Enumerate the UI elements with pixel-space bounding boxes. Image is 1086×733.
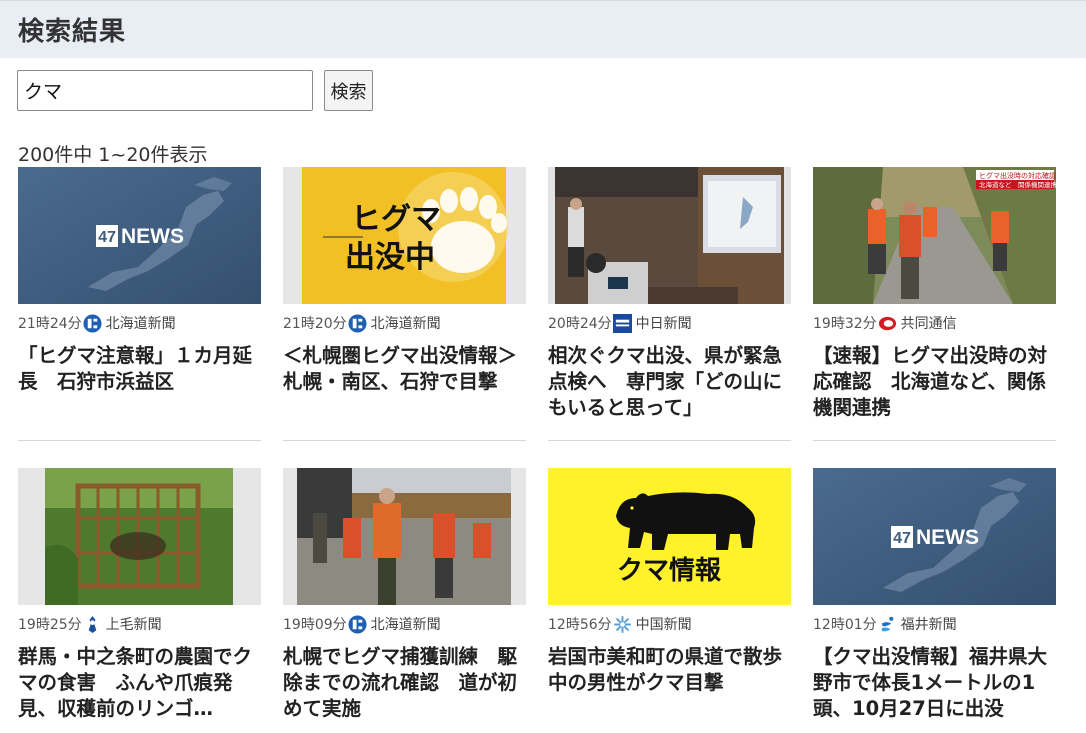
divider bbox=[813, 440, 1056, 441]
hokkaido-shimbun-logo-icon bbox=[83, 313, 102, 333]
svg-text:クマ情報: クマ情報 bbox=[617, 556, 722, 586]
news-thumbnail[interactable] bbox=[18, 468, 261, 605]
news-time: 21時20分 bbox=[283, 316, 347, 332]
news-meta: 20時24分 中日新聞 bbox=[548, 311, 791, 335]
news-card-2[interactable]: ヒグマ 出没中 21時20分 北海道新聞 ＜札幌圏ヒグマ出没情報＞札幌・南区、石… bbox=[283, 167, 526, 445]
chugoku-shimbun-logo-icon bbox=[613, 615, 631, 633]
news-meta: 12時56分 中国新聞 bbox=[548, 612, 791, 636]
news-title[interactable]: 【クマ出没情報】福井県大野市で体長1メートルの1頭、10月27日に出没 bbox=[813, 644, 1056, 722]
news-meta: 21時20分 北海道新聞 bbox=[283, 311, 526, 335]
fukui-shimbun-logo-icon bbox=[881, 616, 894, 631]
news-card-7[interactable]: クマ情報 12時56分 中国新聞 岩国市美和町の県道で散歩中の男性がクマ目撃 bbox=[548, 468, 791, 733]
news-source: 中国新聞 bbox=[635, 617, 692, 633]
news-source: 北海道新聞 bbox=[105, 316, 176, 332]
news-thumbnail[interactable]: クマ情報 bbox=[548, 468, 791, 605]
news-thumbnail[interactable]: ヒグマ出没時の対応確認 北海道など 関係機関連携 bbox=[813, 167, 1056, 304]
news-card-3[interactable]: 20時24分 中日新聞 相次ぐクマ出没、県が緊急点検へ 専門家「どの山にもいると… bbox=[548, 167, 791, 445]
result-count: 200件中 1~20件表示 bbox=[18, 144, 208, 166]
search-button[interactable]: 検索 bbox=[324, 70, 373, 111]
47news-thumbnail-image: 47 NEWS bbox=[18, 167, 261, 304]
news-source: 中日新聞 bbox=[635, 316, 692, 332]
search-input[interactable] bbox=[17, 70, 313, 111]
bear-trap-photo-thumbnail-image bbox=[18, 468, 261, 605]
svg-text:47: 47 bbox=[893, 530, 911, 547]
news-source: 北海道新聞 bbox=[370, 617, 441, 633]
kuma-info-thumbnail-image: クマ情報 bbox=[548, 468, 791, 605]
news-card-1[interactable]: 47 NEWS 21時24分 北海道新聞 「ヒグマ注意報」１カ月延長 石狩市浜益… bbox=[18, 167, 261, 445]
kyodo-news-logo-icon bbox=[878, 316, 896, 330]
news-title[interactable]: 岩国市美和町の県道で散歩中の男性がクマ目撃 bbox=[548, 644, 791, 696]
news-card-8[interactable]: 47 NEWS 12時01分 福井新聞 【クマ出没情報】福井県大野市で体長1メー… bbox=[813, 468, 1056, 733]
news-title[interactable]: 「ヒグマ注意報」１カ月延長 石狩市浜益区 bbox=[18, 343, 261, 395]
svg-text:NEWS: NEWS bbox=[916, 526, 979, 549]
page-title: 検索結果 bbox=[18, 17, 127, 47]
news-time: 21時24分 bbox=[18, 316, 82, 332]
capture-training-photo-thumbnail-image bbox=[283, 468, 526, 605]
news-card-5[interactable]: 19時25分 上毛新聞 群馬・中之条町の農園でクマの食害 ふんや爪痕発見、収穫前… bbox=[18, 468, 261, 733]
news-time: 12時01分 bbox=[813, 617, 877, 633]
news-source: 福井新聞 bbox=[900, 617, 957, 633]
svg-text:47: 47 bbox=[98, 229, 116, 246]
svg-text:ヒグマ出没時の対応確認: ヒグマ出没時の対応確認 bbox=[979, 171, 1056, 180]
chunichi-shimbun-logo-icon bbox=[612, 313, 632, 333]
news-meta: 19時25分 上毛新聞 bbox=[18, 612, 261, 636]
news-thumbnail[interactable] bbox=[548, 167, 791, 304]
svg-text:NEWS: NEWS bbox=[121, 225, 184, 248]
svg-text:北海道など 関係機関連携: 北海道など 関係機関連携 bbox=[979, 180, 1056, 189]
news-meta: 19時09分 北海道新聞 bbox=[283, 612, 526, 636]
news-thumbnail[interactable] bbox=[283, 468, 526, 605]
divider bbox=[283, 440, 526, 441]
news-title[interactable]: ＜札幌圏ヒグマ出没情報＞札幌・南区、石狩で目撃 bbox=[283, 343, 526, 395]
news-time: 20時24分 bbox=[548, 316, 612, 332]
page-header: 検索結果 bbox=[0, 0, 1086, 58]
lecture-photo-thumbnail-image bbox=[548, 167, 791, 304]
news-title[interactable]: 群馬・中之条町の農園でクマの食害 ふんや爪痕発見、収穫前のリンゴ… bbox=[18, 644, 261, 722]
hokkaido-shimbun-logo-icon bbox=[348, 313, 367, 333]
divider bbox=[548, 440, 791, 441]
news-meta: 12時01分 福井新聞 bbox=[813, 612, 1056, 636]
news-time: 19時09分 bbox=[283, 617, 347, 633]
news-time: 19時25分 bbox=[18, 617, 82, 633]
higuma-alert-thumbnail-image: ヒグマ 出没中 bbox=[283, 167, 526, 304]
news-time: 19時32分 bbox=[813, 316, 877, 332]
news-card-6[interactable]: 19時09分 北海道新聞 札幌でヒグマ捕獲訓練 駆除までの流れ確認 道が初めて実… bbox=[283, 468, 526, 733]
news-thumbnail[interactable]: 47 NEWS bbox=[813, 468, 1056, 605]
svg-text:ヒグマ: ヒグマ bbox=[351, 202, 441, 237]
news-thumbnail[interactable]: ヒグマ 出没中 bbox=[283, 167, 526, 304]
news-thumbnail[interactable]: 47 NEWS bbox=[18, 167, 261, 304]
hokkaido-shimbun-logo-icon bbox=[348, 614, 367, 634]
news-meta: 19時32分 共同通信 bbox=[813, 311, 1056, 335]
news-title[interactable]: 札幌でヒグマ捕獲訓練 駆除までの流れ確認 道が初めて実施 bbox=[283, 644, 526, 722]
news-source: 北海道新聞 bbox=[370, 316, 441, 332]
divider bbox=[18, 440, 261, 441]
jomo-shimbun-logo-icon bbox=[88, 615, 96, 633]
svg-text:出没中: 出没中 bbox=[345, 240, 435, 275]
news-meta: 21時24分 北海道新聞 bbox=[18, 311, 261, 335]
news-title[interactable]: 相次ぐクマ出没、県が緊急点検へ 専門家「どの山にもいると思って」 bbox=[548, 343, 791, 421]
47news-thumbnail-image: 47 NEWS bbox=[813, 468, 1056, 605]
news-source: 共同通信 bbox=[900, 316, 957, 332]
news-card-4[interactable]: ヒグマ出没時の対応確認 北海道など 関係機関連携 19時32分 共同通信 【速報… bbox=[813, 167, 1056, 445]
hunters-photo-thumbnail-image: ヒグマ出没時の対応確認 北海道など 関係機関連携 bbox=[813, 167, 1056, 304]
news-source: 上毛新聞 bbox=[105, 617, 162, 633]
news-time: 12時56分 bbox=[548, 617, 612, 633]
news-title[interactable]: 【速報】ヒグマ出没時の対応確認 北海道など、関係機関連携 bbox=[813, 343, 1056, 421]
